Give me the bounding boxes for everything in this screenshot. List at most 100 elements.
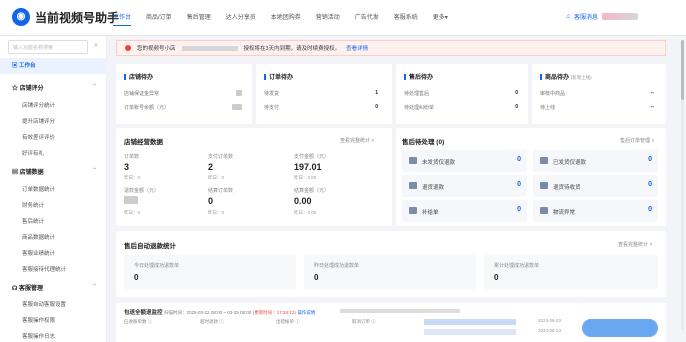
stat-label: 结算订单数 (208, 188, 234, 194)
svc-item[interactable]: 补给单 0 (402, 200, 527, 222)
search-icon[interactable]: ⌕ (94, 42, 98, 50)
nav-local-coupon[interactable]: 本地团购券 (271, 12, 301, 26)
ops-more-link[interactable]: 查看完整统计 > (340, 137, 374, 144)
sidebar-item[interactable]: 好评有礼 (0, 149, 107, 157)
row-value: 1 (375, 90, 378, 96)
alert-prefix: 您的视频号小店 (137, 46, 176, 52)
stat-value: 3 (124, 162, 130, 172)
refund-stat-box: 今日处理成功退款单 0 (124, 255, 296, 289)
redacted-bar (424, 329, 516, 335)
card-subtitle: (新增上线) (570, 75, 592, 80)
truck-icon (409, 182, 417, 189)
refund-stat-label: 今日处理成功退款单 (134, 263, 180, 269)
todo-row[interactable]: 待上线 -- (540, 104, 658, 111)
todo-row[interactable]: 待发货 1 (264, 90, 382, 97)
sidebar-item[interactable]: 售后统计 (0, 217, 107, 225)
refund-stat-label: 累计处理成功退款单 (494, 263, 540, 269)
svc-count: 0 (517, 206, 521, 213)
sidebar-item[interactable]: 客服业绩统计 (0, 249, 107, 257)
sidebar-item[interactable]: 客服操作权限 (0, 316, 107, 324)
monitor-help-link[interactable]: 操作说明 (297, 310, 315, 315)
scrollbar-thumb[interactable] (681, 40, 684, 100)
svc-item[interactable]: 退货退款 0 (402, 175, 527, 197)
row-value: 0 (515, 104, 518, 110)
sidebar-group-shop-data[interactable]: ▤ 店铺数据 ⌃ (0, 167, 107, 176)
nav-more-label: 更多 (432, 15, 445, 21)
nav-customer-service[interactable]: 客服系统 (394, 12, 418, 26)
stat-sub: 昨日：0 (124, 175, 141, 180)
sidebar-group-label: 店铺评分 (19, 86, 44, 92)
svc-item[interactable]: 物流异常 0 (533, 200, 658, 222)
todo-row[interactable]: 待支付 0 (264, 104, 382, 111)
alert-detail-link[interactable]: 查看详情 (346, 44, 368, 52)
todo-row[interactable]: 待处理售后 0 (404, 90, 522, 97)
card-title: 售后待办 (404, 72, 433, 81)
auto-refund-more-link[interactable]: 查看完整统计 > (618, 241, 652, 248)
todo-card-orders: 订单待办 待发货 1 待支付 0 (256, 64, 392, 124)
svc-count: 0 (648, 156, 652, 163)
stat-sub: 昨日：0 (208, 175, 225, 180)
row-value: -- (650, 104, 654, 110)
after-sales-title: 售后待处理 (0) (402, 139, 445, 146)
sidebar-item-workbench[interactable]: ▣ 工作台 (0, 58, 107, 74)
refund-stat-value: 0 (494, 273, 499, 282)
sidebar-item[interactable]: 客服自动客服设置 (0, 300, 107, 308)
shop-name-redacted (181, 45, 238, 51)
refund-stat-box: 累计处理成功退款单 0 (484, 255, 658, 289)
main-nav: 工作台 商品/订单 售后管理 达人分享员 本地团购券 营销活动 广告代发 客服系… (113, 12, 448, 26)
refund-stat-box: 昨日处理成功退款单 0 (304, 255, 476, 289)
stat-value: 197.01 (294, 162, 322, 172)
logo[interactable]: ◉ 当前视频号助手 (12, 8, 119, 26)
nav-influencer[interactable]: 达人分享员 (226, 12, 256, 26)
sidebar-item[interactable]: 客服接待代理统计 (0, 265, 107, 273)
row-label: 订单账号余额（元） (124, 105, 170, 111)
user-label: 客服消息 (573, 15, 598, 21)
sidebar-item[interactable]: 提升店铺评分 (0, 117, 107, 125)
svc-item[interactable]: 已发货仅退款 0 (533, 150, 658, 172)
svc-count: 0 (517, 181, 521, 188)
sidebar-item[interactable]: 店铺评分统计 (0, 101, 107, 109)
nav-more[interactable]: 更多▾ (433, 12, 448, 26)
todo-row[interactable]: 审核中商品 -- (540, 90, 658, 97)
card-title-text: 商品待办 (545, 75, 570, 81)
todo-row[interactable]: 订单账号余额（元） (124, 104, 242, 111)
svc-item[interactable]: 未发货仅退款 0 (402, 150, 527, 172)
sidebar-group-shop-score[interactable]: ☆ 店铺评分 ⌃ (0, 83, 107, 92)
search-input[interactable]: 输入功能名称搜索 (8, 40, 88, 54)
row-label: 待发货 (264, 91, 280, 97)
nav-workbench[interactable]: 工作台 (113, 12, 132, 26)
stat-label: 订单数 (124, 154, 140, 160)
svc-label: 已发货仅退款 (553, 160, 587, 166)
nav-after-sales[interactable]: 售后管理 (187, 12, 211, 26)
sidebar-item[interactable]: 财务统计 (0, 201, 107, 209)
sidebar: 输入功能名称搜索 ⌕ ▣ 工作台 ☆ 店铺评分 ⌃ 店铺评分统计 提升店铺评分 有… (0, 36, 107, 342)
refund-icon (409, 157, 417, 164)
todo-row[interactable]: 店铺保证金异常 (124, 90, 242, 97)
floating-action-button[interactable] (582, 319, 658, 337)
row-label: 审核中商品 (540, 91, 566, 97)
user-area[interactable]: ♫ 客服消息 (565, 12, 638, 21)
bell-icon: ♫ (565, 13, 570, 20)
top-bar: ◉ 当前视频号助手 工作台 商品/订单 售后管理 达人分享员 本地团购券 营销活… (0, 0, 686, 36)
stat-sub: 昨日：0 (124, 210, 141, 215)
sidebar-item[interactable]: 订单数据统计 (0, 185, 107, 193)
scrollbar[interactable] (681, 40, 684, 330)
after-sales-more-link[interactable]: 售后订单管理 > (620, 137, 654, 144)
sidebar-item[interactable]: 有效差评评价 (0, 133, 107, 141)
alert-text: 授权将在3天内到期，请及时续费授权。 (243, 46, 341, 52)
nav-ads[interactable]: 广告代发 (355, 12, 379, 26)
sidebar-group-label: 店铺数据 (19, 170, 44, 176)
stat-label: 支付金额（元） (294, 154, 330, 160)
monitor-col: 应收账单数 ⓘ (124, 319, 153, 324)
svc-item[interactable]: 退货待收货 0 (533, 175, 658, 197)
nav-marketing[interactable]: 营销活动 (316, 12, 340, 26)
todo-row[interactable]: 待处理纠纷单 0 (404, 104, 522, 111)
sidebar-item[interactable]: 客服操作日志 (0, 332, 107, 340)
monitor-cols: 应收账单数 ⓘ 超时退款 ⓘ 出错帐单 ⓘ 取消订单 ⓘ (124, 319, 424, 325)
row-label: 待支付 (264, 105, 280, 111)
nav-goods-orders[interactable]: 商品/订单 (146, 12, 172, 26)
chevron-up-icon: ⌃ (91, 284, 97, 290)
sidebar-item[interactable]: 商品数据统计 (0, 233, 107, 241)
sidebar-group-cs-manage[interactable]: ☊ 客服管理 ⌃ (0, 283, 107, 292)
todo-card-goods: 商品待办 (新增上线) 审核中商品 -- 待上线 -- (532, 64, 666, 124)
